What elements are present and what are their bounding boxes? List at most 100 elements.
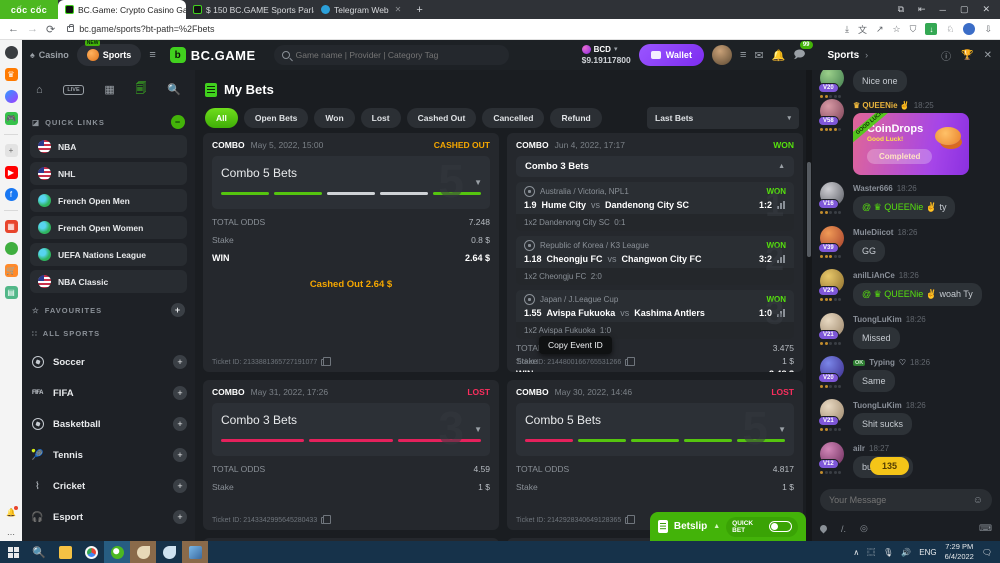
bell-icon[interactable]: 🔔 (772, 49, 786, 62)
coccoc-browser-logo[interactable]: cốc cốc (0, 0, 58, 19)
expand-fifa-button[interactable]: + (173, 386, 187, 400)
filter-lost[interactable]: Lost (361, 108, 401, 128)
snapshot-icon[interactable]: ⇤ (918, 4, 926, 15)
home-icon[interactable]: ⌂ (36, 84, 43, 96)
copy-icon[interactable] (321, 359, 327, 366)
sidebar-item-french-open-women[interactable]: French Open Women (30, 216, 187, 239)
calculator-app-icon[interactable]: ▤ (5, 286, 18, 299)
sidebar-search-icon[interactable]: 🔍 (167, 83, 181, 96)
expand-basketball-button[interactable]: + (173, 417, 187, 431)
gamepad-icon[interactable]: 🎮 (5, 112, 18, 125)
downloads-icon[interactable]: ⇩ (984, 24, 992, 35)
sidebar-item-fifa[interactable]: FIFA FIFA + (30, 380, 187, 406)
copy-icon[interactable] (625, 517, 631, 524)
nav-casino[interactable]: ♠ Casino (30, 50, 69, 60)
username[interactable]: anilLiAnCe (853, 271, 895, 280)
add-shortcut-icon[interactable]: + (5, 144, 18, 157)
username[interactable]: Waster666 (853, 184, 893, 193)
menu-burger-icon[interactable]: ≡ (149, 49, 155, 61)
new-tab-button[interactable]: + (416, 4, 422, 16)
username[interactable]: TuongLuKim (853, 401, 902, 410)
tip-coin-icon[interactable]: ◎ (860, 523, 868, 534)
quick-bet-toggle[interactable]: QUICK BET (726, 517, 798, 537)
bet-leg[interactable]: 3 Japan / J.League Cup WON 1.55 Avispa F… (516, 290, 794, 339)
filter-cashed-out[interactable]: Cashed Out (407, 108, 477, 128)
browser-tab-bcgame[interactable]: BC.Game: Crypto Casino Gan ✕ (58, 0, 186, 19)
collapse-quick-links-button[interactable]: − (171, 115, 185, 129)
sidebar-item-cricket[interactable]: ⌇ Cricket + (30, 473, 187, 499)
chat-info-icon[interactable]: ⓘ (941, 48, 951, 63)
taskbar-clock[interactable]: 7:29 PM6/4/2022 (945, 542, 974, 562)
coin-rain-icon[interactable] (819, 524, 829, 534)
combo-summary[interactable]: Combo 3 Bets ▲ (516, 156, 794, 177)
coccoc-home-icon[interactable] (5, 46, 18, 59)
username[interactable]: TuongLuKim (853, 315, 902, 324)
strip-more-icon[interactable]: ⋯ (5, 528, 18, 541)
schedule-icon[interactable]: ▦ (104, 83, 114, 96)
combo-summary[interactable]: Combo 5 Bets 5 ▼ (516, 403, 794, 456)
reload-icon[interactable]: ⟳ (46, 23, 55, 36)
live-icon[interactable]: LIVE (63, 85, 83, 95)
filter-won[interactable]: Won (314, 108, 354, 128)
file-explorer-icon[interactable] (52, 541, 78, 563)
sidebar-item-french-open-men[interactable]: French Open Men (30, 189, 187, 212)
add-favourite-button[interactable]: + (171, 303, 185, 317)
toggle-switch[interactable] (769, 521, 792, 532)
sidebar-item-basketball[interactable]: Basketball + (30, 411, 187, 437)
news-app-icon[interactable]: ▦ (5, 220, 18, 233)
taskbar-search-icon[interactable]: 🔍 (26, 541, 52, 563)
app-icon-1[interactable] (130, 541, 156, 563)
tray-volume-icon[interactable]: 🔊 (901, 548, 911, 557)
expand-card-icon[interactable]: ▼ (474, 178, 482, 187)
share-icon[interactable]: ↗ (876, 24, 884, 35)
expand-tennis-button[interactable]: + (173, 448, 187, 462)
strip-bell-icon[interactable]: 🔔 (5, 506, 18, 519)
bet-card-lost-3[interactable]: COMBO May 31, 2022, 17:26 LOST Combo 3 B… (203, 380, 499, 530)
my-bets-icon[interactable]: 🗐 (136, 80, 147, 99)
sidebar-item-nba-classic[interactable]: NBA Classic (30, 270, 187, 293)
browser-tab-sports-parlay[interactable]: $ 150 BC.GAME Sports Parla ✕ (186, 0, 314, 19)
sidebar-item-nhl[interactable]: NHL (30, 162, 187, 185)
username[interactable]: ailr (853, 444, 865, 453)
combo-summary[interactable]: Combo 5 Bets 5 ▼ (212, 156, 490, 209)
expand-cricket-button[interactable]: + (173, 479, 187, 493)
browser-tab-telegram[interactable]: Telegram Web ✕ (314, 0, 408, 19)
bookmark-star-icon[interactable]: ☆ (893, 24, 901, 35)
chevron-right-icon[interactable]: › (865, 50, 868, 60)
username[interactable]: MuleDiicot (853, 228, 893, 237)
window-close-button[interactable]: ✕ (982, 4, 990, 15)
collapse-card-icon[interactable]: ▲ (778, 163, 785, 170)
expand-esport-button[interactable]: + (173, 510, 187, 524)
tab-close-icon[interactable]: ✕ (395, 5, 402, 14)
bcgame-logo[interactable]: b BC.GAME (170, 47, 256, 63)
facebook-icon[interactable]: f (5, 188, 18, 201)
language-indicator[interactable]: ENG (919, 548, 936, 557)
keyboard-icon[interactable]: ⌨ (979, 523, 992, 534)
url-field[interactable]: bc.game/sports?bt-path=%2Fbets (63, 24, 837, 34)
account-menu-icon[interactable]: ≡ (740, 49, 746, 61)
start-button[interactable] (0, 541, 26, 563)
crown-rewards-icon[interactable]: ♛ (5, 68, 18, 81)
coindrops-completed-button[interactable]: Completed (867, 149, 932, 164)
shop-cart-icon[interactable]: 🛒 (5, 264, 18, 277)
notifications-icon[interactable]: ♘ (946, 24, 954, 35)
bet-card-won-expanded[interactable]: COMBO Jun 4, 2022, 17:17 WON Combo 3 Bet… (507, 133, 803, 372)
username[interactable]: ♛ QUEENie ✌ (853, 101, 910, 110)
action-center-icon[interactable]: 🗨 (982, 548, 992, 557)
sidebar-item-tennis[interactable]: 🎾 Tennis + (30, 442, 187, 468)
youtube-icon[interactable]: ▶ (5, 166, 18, 179)
download-extension-icon[interactable]: ↓ (925, 23, 937, 35)
sidebar-item-esport[interactable]: 🎧 Esport + (30, 504, 187, 530)
adblock-shield-icon[interactable]: ⛉ (910, 24, 917, 35)
window-maximize-button[interactable]: ▢ (960, 4, 969, 15)
tray-mic-icon[interactable]: 🎙 (883, 548, 893, 557)
bet-card-cashed-out[interactable]: COMBO May 5, 2022, 15:00 CASHED OUT Comb… (203, 133, 499, 372)
messenger-icon[interactable] (5, 90, 18, 103)
chat-close-icon[interactable]: ✕ (984, 50, 992, 61)
reading-mode-icon[interactable]: ⧉ (898, 4, 904, 15)
emoji-icon[interactable]: ☺ (973, 495, 983, 506)
forward-icon[interactable]: → (27, 23, 38, 35)
filter-cancelled[interactable]: Cancelled (482, 108, 544, 128)
user-avatar[interactable] (712, 45, 732, 65)
leaf-app-icon[interactable] (5, 242, 18, 255)
